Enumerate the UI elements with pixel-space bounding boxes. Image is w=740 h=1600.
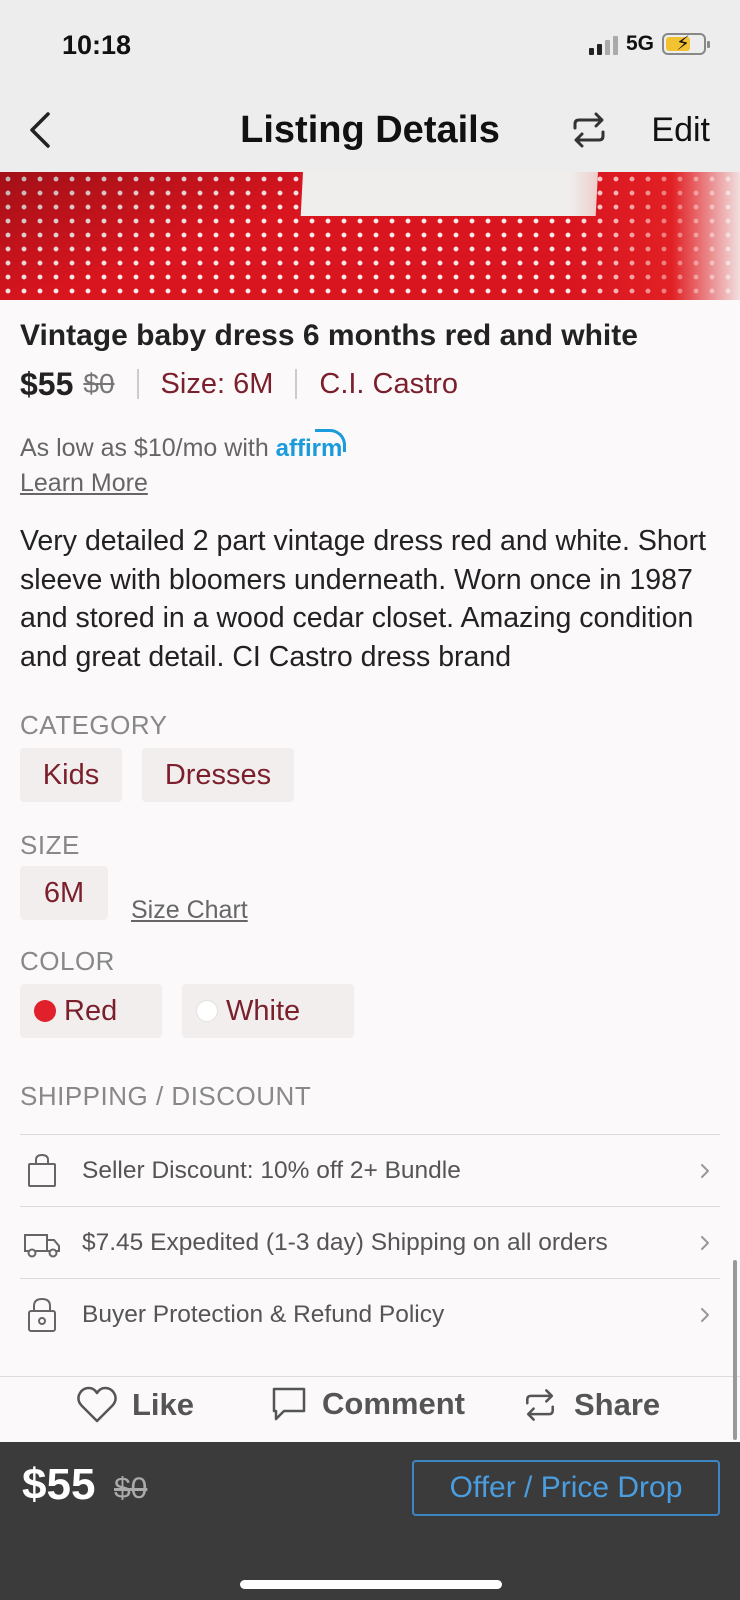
size-chip[interactable]: 6M: [20, 866, 108, 920]
divider: [295, 369, 298, 399]
product-description: Very detailed 2 part vintage dress red a…: [20, 525, 706, 673]
affirm-text: As low as $10/mo with: [20, 434, 269, 462]
status-indicators: 5G ⚡: [588, 32, 710, 56]
affirm-logo: affirm: [275, 435, 343, 462]
row-label: Seller Discount: 10% off 2+ Bundle: [82, 1156, 461, 1184]
share-label: Share: [574, 1387, 661, 1422]
bottom-original-price: $0: [114, 1472, 148, 1505]
color-label: COLOR: [20, 946, 115, 976]
category-chip-kids[interactable]: Kids: [20, 748, 122, 802]
row-label: Buyer Protection & Refund Policy: [82, 1300, 445, 1328]
shopping-bag-icon: [28, 1153, 56, 1187]
bottom-price: $55: [22, 1460, 96, 1509]
listing-details-screen: 10:18 5G ⚡ Listing Details Edit Vintage …: [0, 0, 740, 1600]
learn-more-link[interactable]: Learn More: [20, 466, 148, 500]
price-row: $55 $0 Size: 6M C.I. Castro: [20, 362, 458, 406]
size-label: SIZE: [20, 830, 80, 860]
color-chip-red[interactable]: Red: [20, 984, 162, 1038]
comment-label: Comment: [322, 1386, 465, 1421]
seller-discount-row[interactable]: Seller Discount: 10% off 2+ Bundle: [20, 1134, 720, 1206]
share-button[interactable]: Share: [520, 1385, 660, 1425]
scrollbar[interactable]: [733, 1260, 737, 1440]
heart-icon: [77, 1386, 117, 1423]
nav-bar: Listing Details Edit: [0, 92, 740, 172]
share-icon: [526, 1389, 554, 1421]
row-label: $7.45 Expedited (1-3 day) Shipping on al…: [82, 1228, 608, 1256]
social-actions: Like Comment Share: [0, 1376, 740, 1442]
status-bar: 10:18 5G ⚡: [0, 0, 740, 92]
chevron-right-icon: [701, 1307, 709, 1322]
signal-icon: [588, 33, 618, 55]
comment-icon: [272, 1387, 306, 1421]
chevron-right-icon: [701, 1235, 709, 1250]
original-price: $0: [83, 368, 115, 399]
comment-button[interactable]: Comment: [270, 1385, 465, 1423]
repost-icon[interactable]: [567, 108, 611, 152]
shipping-discount-label: SHIPPING / DISCOUNT: [20, 1081, 312, 1111]
bottom-bar: $55 $0 Offer / Price Drop: [0, 1442, 740, 1600]
chevron-right-icon: [701, 1163, 709, 1178]
red-swatch: [34, 1000, 56, 1022]
network-type: 5G: [625, 32, 654, 55]
product-price: $55: [20, 365, 74, 402]
edit-button[interactable]: Edit: [651, 104, 710, 156]
offer-price-drop-button[interactable]: Offer / Price Drop: [412, 1460, 720, 1516]
category-label: CATEGORY: [20, 710, 168, 740]
affirm-financing: As low as $10/mo with affirm: [20, 430, 342, 467]
product-title: Vintage baby dress 6 months red and whit…: [20, 319, 638, 352]
like-button[interactable]: Like: [76, 1385, 194, 1425]
truck-icon: [24, 1233, 60, 1257]
shipping-row[interactable]: $7.45 Expedited (1-3 day) Shipping on al…: [20, 1206, 720, 1278]
product-image[interactable]: [0, 172, 740, 300]
page-title: Listing Details: [240, 109, 500, 151]
lock-icon: [28, 1297, 56, 1332]
white-swatch: [196, 1000, 218, 1022]
color-name: Red: [64, 994, 118, 1027]
size-link[interactable]: Size: 6M: [161, 368, 274, 401]
color-chip-white[interactable]: White: [182, 984, 354, 1038]
divider: [136, 369, 139, 399]
category-chip-dresses[interactable]: Dresses: [142, 748, 294, 802]
brand-link[interactable]: C.I. Castro: [319, 368, 458, 401]
status-time: 10:18: [62, 30, 132, 60]
home-indicator[interactable]: [240, 1580, 502, 1589]
size-chart-link[interactable]: Size Chart: [131, 896, 248, 925]
buyer-protection-row[interactable]: Buyer Protection & Refund Policy: [20, 1278, 720, 1350]
like-label: Like: [132, 1387, 195, 1422]
color-name: White: [226, 994, 301, 1027]
battery-icon: ⚡: [662, 33, 710, 55]
